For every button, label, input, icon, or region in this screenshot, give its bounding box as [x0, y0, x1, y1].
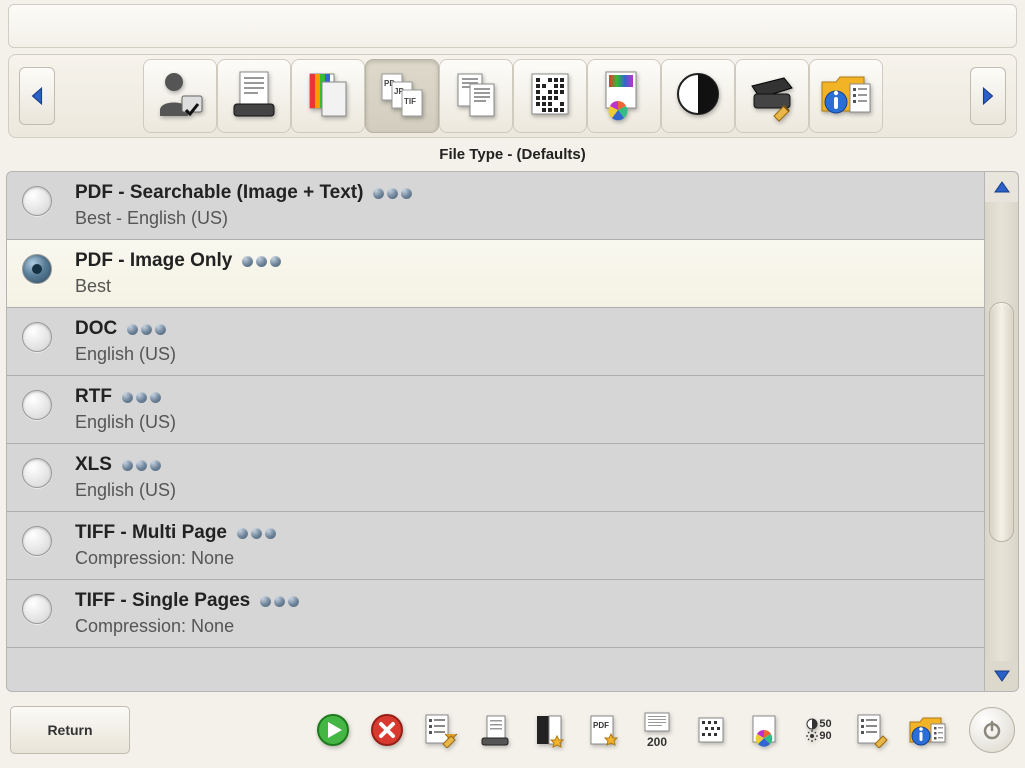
scanner-config-icon-button[interactable] — [735, 59, 809, 133]
file-type-subtitle: Best — [75, 276, 976, 297]
toolbar-next-button[interactable] — [970, 67, 1006, 125]
file-type-radio[interactable] — [22, 526, 52, 556]
contrast-icon — [670, 66, 726, 127]
file-type-row[interactable]: TIFF - Single Pages Compression: None — [7, 580, 984, 648]
resolution-icon[interactable]: 200 — [637, 710, 677, 750]
pattern-small-icon[interactable] — [691, 710, 731, 750]
more-options-icon[interactable] — [122, 460, 161, 471]
pattern-icon-button[interactable] — [513, 59, 587, 133]
file-type-row[interactable]: DOC English (US) — [7, 308, 984, 376]
bottom-icon-row: PDF 200 50 90 — [313, 710, 947, 750]
file-type-title: TIFF - Multi Page — [75, 522, 227, 544]
file-type-radio[interactable] — [22, 322, 52, 352]
file-type-row[interactable]: RTF English (US) — [7, 376, 984, 444]
color-wheel-small-icon[interactable] — [745, 710, 785, 750]
file-type-radio[interactable] — [22, 458, 52, 488]
pages-icon — [448, 66, 504, 127]
file-type-subtitle: English (US) — [75, 480, 976, 501]
return-button[interactable]: Return — [10, 706, 130, 754]
file-type-title: PDF - Image Only — [75, 250, 232, 272]
scanner-small-icon[interactable] — [475, 710, 515, 750]
file-type-subtitle: English (US) — [75, 344, 976, 365]
svg-text:PDF: PDF — [593, 721, 609, 730]
file-type-subtitle: Compression: None — [75, 548, 976, 569]
color-pages-icon — [300, 66, 356, 127]
brightness-value: 50 — [819, 719, 831, 730]
file-type-radio[interactable] — [22, 254, 52, 284]
cancel-icon[interactable] — [367, 710, 407, 750]
file-type-title: XLS — [75, 454, 112, 476]
scroll-thumb[interactable] — [989, 302, 1014, 542]
file-type-title: DOC — [75, 318, 117, 340]
info-folder-small-icon[interactable] — [907, 710, 947, 750]
color-pages-icon-button[interactable] — [291, 59, 365, 133]
scanner-config-icon — [744, 66, 800, 127]
more-options-icon[interactable] — [242, 256, 281, 267]
file-type-radio[interactable] — [22, 390, 52, 420]
file-type-title: RTF — [75, 386, 112, 408]
file-type-row[interactable]: PDF - Searchable (Image + Text) Best - En… — [7, 172, 984, 240]
scanner-icon-button[interactable] — [217, 59, 291, 133]
file-type-row[interactable]: PDF - Image Only Best — [7, 240, 984, 308]
start-icon[interactable] — [313, 710, 353, 750]
toolbar-buttons-group: PDJPTIF — [143, 59, 883, 133]
file-type-list: PDF - Searchable (Image + Text) Best - En… — [6, 171, 985, 692]
svg-text:TIF: TIF — [404, 97, 416, 106]
file-type-row[interactable]: XLS English (US) — [7, 444, 984, 512]
file-type-subtitle: Best - English (US) — [75, 208, 976, 229]
pdf-favorites-icon[interactable]: PDF — [583, 710, 623, 750]
scroll-down-button[interactable] — [985, 661, 1018, 691]
scroll-track[interactable] — [985, 202, 1018, 661]
file-type-icon: PDJPTIF — [374, 66, 430, 127]
file-type-subtitle: English (US) — [75, 412, 976, 433]
pages-icon-button[interactable] — [439, 59, 513, 133]
file-type-icon-button[interactable]: PDJPTIF — [365, 59, 439, 133]
toolbar-prev-button[interactable] — [19, 67, 55, 125]
resolution-value: 200 — [647, 735, 667, 749]
more-options-icon[interactable] — [260, 596, 299, 607]
more-options-icon[interactable] — [127, 324, 166, 335]
user-settings-icon — [152, 66, 208, 127]
contrast-icon-button[interactable] — [661, 59, 735, 133]
list-scrollbar[interactable] — [985, 171, 1019, 692]
user-settings-icon-button[interactable] — [143, 59, 217, 133]
file-type-row[interactable]: TIFF - Multi Page Compression: None — [7, 512, 984, 580]
file-type-title: TIFF - Single Pages — [75, 590, 250, 612]
file-type-title: PDF - Searchable (Image + Text) — [75, 182, 363, 204]
file-type-subtitle: Compression: None — [75, 616, 976, 637]
more-options-icon[interactable] — [373, 188, 412, 199]
color-profile-icon-button[interactable] — [587, 59, 661, 133]
scanner-icon — [226, 66, 282, 127]
color-profile-icon — [596, 66, 652, 127]
blank-header-bar — [8, 4, 1017, 48]
scroll-up-button[interactable] — [985, 172, 1018, 202]
settings-list-edit-icon[interactable] — [853, 710, 893, 750]
pattern-icon — [522, 66, 578, 127]
rotation-value: 90 — [819, 731, 831, 742]
brightness-rotation-icon[interactable]: 50 90 — [799, 710, 839, 750]
settings-toolbar: PDJPTIF — [8, 54, 1017, 138]
power-button[interactable] — [969, 707, 1015, 753]
file-type-list-container: PDF - Searchable (Image + Text) Best - En… — [6, 171, 1019, 692]
more-options-icon[interactable] — [237, 528, 276, 539]
bottom-bar: Return PDF 200 50 90 — [6, 698, 1019, 762]
info-folder-icon-button[interactable] — [809, 59, 883, 133]
info-folder-icon — [818, 66, 874, 127]
settings-list-icon[interactable] — [421, 710, 461, 750]
file-type-radio[interactable] — [22, 594, 52, 624]
file-type-radio[interactable] — [22, 186, 52, 216]
favorites-bw-icon[interactable] — [529, 710, 569, 750]
more-options-icon[interactable] — [122, 392, 161, 403]
section-title: File Type - (Defaults) — [0, 138, 1025, 171]
